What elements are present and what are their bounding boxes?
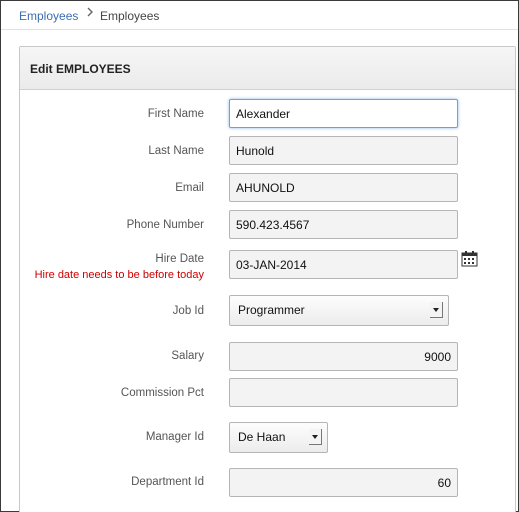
salary-field[interactable] <box>229 342 458 371</box>
hire-date-label: Hire Date <box>155 253 204 265</box>
phone-number-field[interactable] <box>229 210 458 239</box>
calendar-icon[interactable] <box>461 251 478 267</box>
last-name-label: Last Name <box>148 145 204 157</box>
chevron-right-icon <box>87 7 93 17</box>
dropdown-arrow-icon <box>309 429 322 445</box>
commission-pct-label: Commission Pct <box>120 387 204 399</box>
hire-date-field[interactable] <box>229 250 458 279</box>
commission-pct-field[interactable] <box>229 378 458 407</box>
department-id-label: Department Id <box>131 476 204 488</box>
salary-label: Salary <box>171 350 204 362</box>
first-name-label: First Name <box>147 108 204 120</box>
department-id-field[interactable] <box>229 468 458 497</box>
job-id-label: Job Id <box>172 305 204 317</box>
job-id-selected-value: Programmer <box>238 303 305 317</box>
hire-date-error-message: Hire date needs to be before today <box>34 269 204 281</box>
job-id-select[interactable]: Programmer <box>229 295 449 326</box>
manager-id-select[interactable]: De Haan <box>229 422 328 453</box>
dropdown-arrow-icon <box>430 302 443 318</box>
email-field[interactable] <box>229 173 458 202</box>
breadcrumb: Employees Employees <box>1 1 518 30</box>
app-window: Employees Employees Edit EMPLOYEES First… <box>0 0 519 512</box>
phone-number-label: Phone Number <box>126 219 204 231</box>
email-label: Email <box>175 182 204 194</box>
breadcrumb-current: Employees <box>100 9 160 23</box>
breadcrumb-link-employees[interactable]: Employees <box>19 9 78 23</box>
first-name-field[interactable] <box>229 99 458 128</box>
manager-id-selected-value: De Haan <box>238 430 286 444</box>
region-title: Edit EMPLOYEES <box>30 62 131 76</box>
region-header: Edit EMPLOYEES <box>20 47 515 90</box>
manager-id-label: Manager Id <box>145 431 204 443</box>
last-name-field[interactable] <box>229 136 458 165</box>
